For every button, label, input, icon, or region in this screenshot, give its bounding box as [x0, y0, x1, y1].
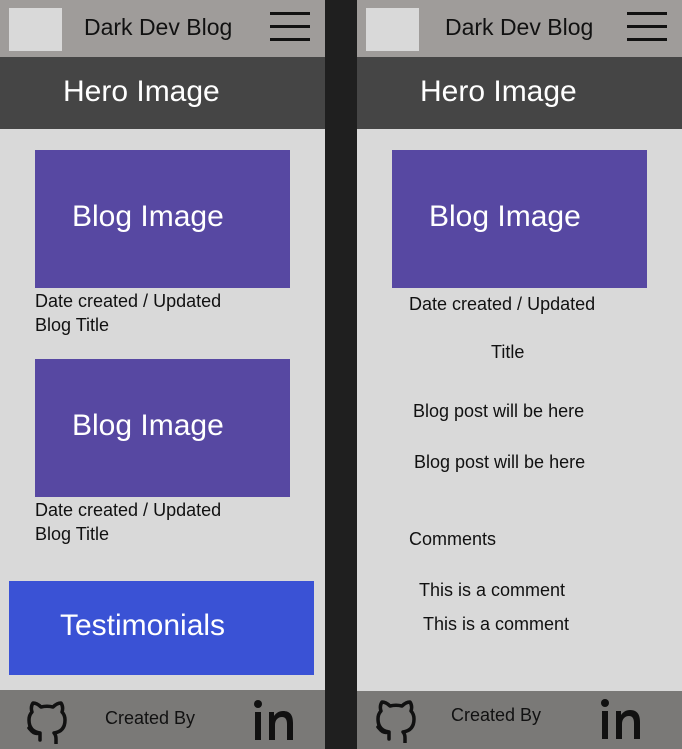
site-logo[interactable] [366, 8, 419, 51]
hero-image: Hero Image [357, 57, 682, 129]
blog-date: Date created / Updated [35, 291, 222, 311]
blog-title-link[interactable]: Blog Title [35, 313, 109, 337]
blog-post-view: Dark Dev Blog Hero Image Blog Image Date… [357, 0, 682, 749]
site-logo[interactable] [9, 8, 62, 51]
blog-title-link[interactable]: Blog Title [35, 522, 109, 546]
blog-image-label: Blog Image [429, 200, 581, 233]
comment-text: This is a comment [423, 614, 570, 634]
blog-image[interactable]: Blog Image [35, 150, 290, 288]
footer: Created By [357, 691, 682, 749]
blog-date: Date created / Updated [409, 294, 596, 314]
hero-image: Hero Image [0, 57, 325, 129]
linkedin-icon[interactable] [252, 698, 298, 742]
comments-heading: Comments [409, 529, 497, 549]
blog-image: Blog Image [392, 150, 647, 288]
hero-label: Hero Image [63, 75, 220, 108]
top-nav-bar: Dark Dev Blog [357, 0, 682, 57]
site-title: Dark Dev Blog [84, 14, 233, 40]
blog-body-text: Blog post will be here [413, 401, 585, 421]
testimonials-section: Testimonials [9, 581, 314, 675]
footer: Created By [0, 690, 325, 749]
created-by-text: Created By [451, 705, 542, 725]
comment-text: This is a comment [419, 580, 566, 600]
blog-image-label: Blog Image [72, 200, 224, 233]
github-icon[interactable] [373, 695, 419, 743]
blog-date: Date created / Updated [35, 500, 222, 520]
testimonials-label: Testimonials [60, 609, 226, 642]
hamburger-menu-icon[interactable] [627, 12, 667, 44]
site-title: Dark Dev Blog [445, 14, 594, 40]
blog-list-view: Dark Dev Blog Hero Image Blog Image Date… [0, 0, 325, 749]
blog-title: Title [491, 342, 525, 362]
top-nav-bar: Dark Dev Blog [0, 0, 325, 57]
blog-image-label: Blog Image [72, 409, 224, 442]
linkedin-icon[interactable] [599, 697, 645, 741]
blog-body-text: Blog post will be here [414, 452, 586, 472]
created-by-text: Created By [105, 708, 196, 728]
blog-image[interactable]: Blog Image [35, 359, 290, 497]
hero-label: Hero Image [420, 75, 577, 108]
hamburger-menu-icon[interactable] [270, 12, 310, 44]
github-icon[interactable] [24, 696, 70, 744]
